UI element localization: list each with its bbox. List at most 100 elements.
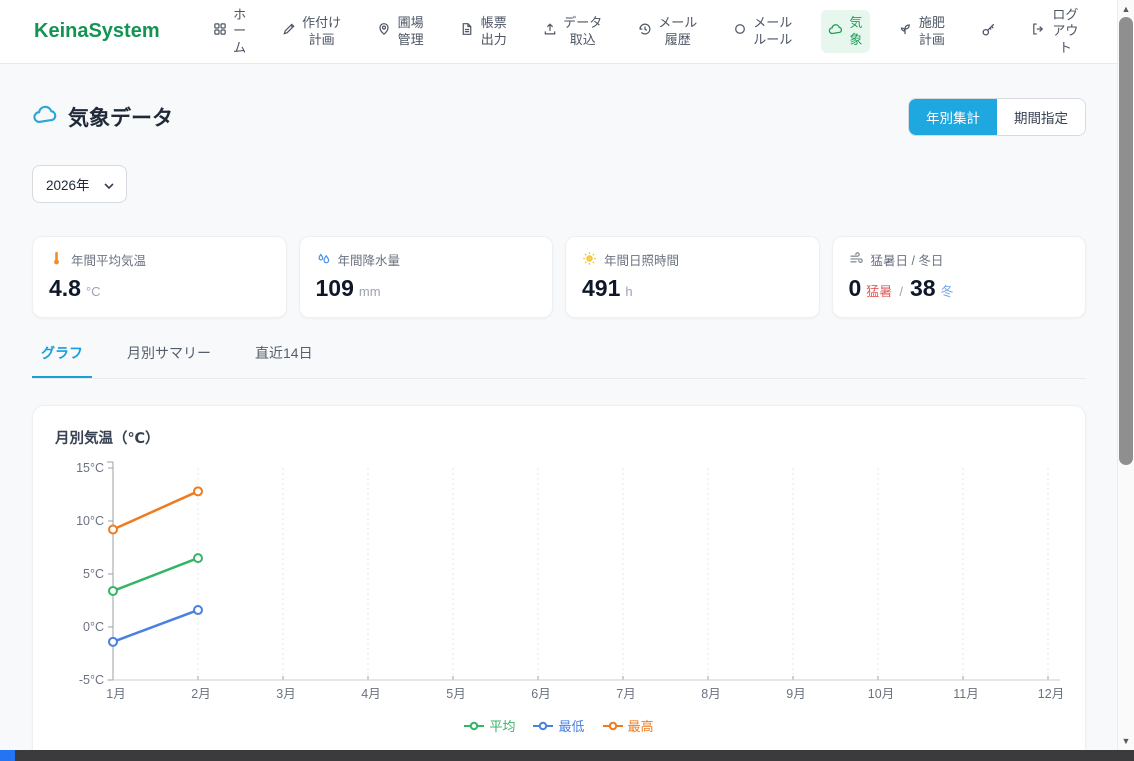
bottom-bar (0, 750, 1134, 761)
svg-text:12月: 12月 (1038, 687, 1064, 701)
nav-item-label: ログアウト (1051, 7, 1080, 56)
stat-separator: / (899, 284, 903, 299)
legend-label: 最高 (628, 716, 654, 735)
svg-text:5月: 5月 (446, 687, 465, 701)
svg-text:2月: 2月 (191, 687, 210, 701)
nav-item-password[interactable] (974, 17, 1003, 46)
nav-item-report-output[interactable]: 帳票出力 (453, 10, 515, 53)
nav-item-field-management[interactable]: 圃場管理 (370, 10, 432, 53)
stat-unit: h (625, 284, 632, 299)
period-select-toggle[interactable]: 期間指定 (997, 99, 1085, 135)
map-pin-icon (377, 22, 391, 40)
chart-legend: 平均 最低 最高 (55, 716, 1063, 735)
svg-text:9月: 9月 (786, 687, 805, 701)
chart-title: 月別気温（℃） (55, 427, 1063, 448)
monthly-temperature-chart-card: 月別気温（℃） 1月2月3月4月5月6月7月8月9月10月11月12月15°C1… (32, 405, 1086, 750)
hot-days-label: 猛暑 (866, 281, 892, 300)
page-title: 気象データ (68, 102, 173, 132)
circle-icon (733, 22, 747, 40)
legend-item[interactable]: 最低 (533, 716, 584, 735)
tab-monthly-summary[interactable]: 月別サマリー (118, 343, 220, 378)
nav-item-label: 施肥計画 (918, 15, 946, 48)
winter-days-value: 38 (910, 275, 936, 302)
stat-card-avg-temp: 年間平均気温 4.8 °C (32, 236, 287, 318)
scroll-up-arrow-icon[interactable]: ▲ (1118, 1, 1134, 16)
yearly-summary-toggle[interactable]: 年別集計 (909, 99, 997, 135)
nav-item-planting-plan[interactable]: 作付け計画 (275, 10, 349, 53)
pen-icon (282, 22, 296, 40)
stat-value: 491 (582, 275, 620, 302)
document-icon (460, 22, 474, 40)
taskbar-accent (0, 750, 15, 761)
stats-row: 年間平均気温 4.8 °C 年間降水量 109 mm (32, 236, 1086, 318)
legend-item[interactable]: 平均 (464, 716, 515, 735)
svg-text:8月: 8月 (701, 687, 720, 701)
nav-item-data-import[interactable]: データ取込 (536, 10, 610, 53)
nav-item-label: メール履歴 (658, 15, 698, 48)
nav-item-fertilization-plan[interactable]: 施肥計画 (891, 10, 953, 53)
legend-marker-icon (533, 721, 553, 731)
logout-icon (1031, 22, 1045, 40)
nav-item-weather[interactable]: 気象 (821, 10, 870, 53)
cloud-icon (828, 22, 843, 41)
stat-label: 猛暑日 / 冬日 (871, 250, 944, 269)
svg-text:1月: 1月 (106, 687, 125, 701)
year-select-value: 2026年 (46, 174, 90, 194)
nav-item-label: 帳票出力 (480, 15, 508, 48)
brand-logo[interactable]: KeinaSystem (34, 20, 160, 43)
nav-item-mail-history[interactable]: メール履歴 (631, 10, 705, 53)
key-icon (981, 22, 996, 41)
svg-text:10°C: 10°C (76, 514, 104, 528)
upload-icon (543, 22, 557, 40)
stat-unit: mm (359, 284, 381, 299)
thermometer-icon (49, 251, 64, 269)
stat-value: 4.8 (49, 275, 81, 302)
grid-icon (213, 22, 227, 40)
history-icon (638, 22, 652, 40)
droplets-icon (316, 251, 331, 269)
svg-text:3月: 3月 (276, 687, 295, 701)
winter-days-label: 冬 (941, 281, 954, 300)
nav-item-home[interactable]: ホーム (206, 2, 254, 61)
svg-text:7月: 7月 (616, 687, 635, 701)
nav-item-label: メールルール (753, 15, 793, 48)
stat-card-hot-winter-days: 猛暑日 / 冬日 0 猛暑 / 38 冬 (832, 236, 1087, 318)
vertical-scrollbar: ▲ ▼ (1117, 0, 1134, 750)
nav-item-label: 作付け計画 (302, 15, 342, 48)
stat-value: 109 (316, 275, 354, 302)
main-content: 気象データ 年別集計 期間指定 2026年 年間平均気温 (0, 64, 1117, 750)
view-toggle: 年別集計 期間指定 (908, 98, 1086, 136)
stat-unit: °C (86, 284, 101, 299)
legend-marker-icon (464, 721, 484, 731)
sprout-icon (898, 22, 912, 40)
stat-label: 年間平均気温 (71, 250, 146, 269)
stat-card-sunshine: 年間日照時間 491 h (565, 236, 820, 318)
svg-text:10月: 10月 (868, 687, 894, 701)
stat-label: 年間降水量 (338, 250, 401, 269)
svg-text:11月: 11月 (953, 687, 978, 701)
nav-item-mail-rules[interactable]: メールルール (726, 10, 800, 53)
nav-item-label: 気象 (849, 15, 863, 48)
svg-text:15°C: 15°C (76, 461, 104, 475)
monthly-temperature-chart: 1月2月3月4月5月6月7月8月9月10月11月12月15°C10°C5°C0°… (55, 460, 1065, 702)
app-viewport: KeinaSystem ホーム 作付け計画 圃場管理 帳票出力 (0, 0, 1134, 761)
top-nav-bar: KeinaSystem ホーム 作付け計画 圃場管理 帳票出力 (0, 0, 1117, 64)
main-nav: ホーム 作付け計画 圃場管理 帳票出力 データ取込 (206, 2, 1087, 61)
legend-marker-icon (603, 721, 623, 731)
nav-item-label: 圃場管理 (397, 15, 425, 48)
chevron-down-icon (104, 177, 114, 192)
nav-item-label: ホーム (233, 7, 247, 56)
year-select[interactable]: 2026年 (32, 165, 127, 203)
nav-item-label: データ取込 (563, 15, 603, 48)
scrollbar-thumb[interactable] (1119, 17, 1133, 465)
tab-recent-14-days[interactable]: 直近14日 (246, 343, 322, 378)
tab-graph[interactable]: グラフ (32, 343, 92, 378)
stat-card-precipitation: 年間降水量 109 mm (299, 236, 554, 318)
scroll-down-arrow-icon[interactable]: ▼ (1118, 733, 1134, 748)
tabs-row: グラフ 月別サマリー 直近14日 (32, 343, 1086, 379)
legend-label: 最低 (558, 716, 584, 735)
legend-label: 平均 (489, 716, 515, 735)
legend-item[interactable]: 最高 (603, 716, 654, 735)
nav-item-logout[interactable]: ログアウト (1024, 2, 1087, 61)
svg-text:-5°C: -5°C (79, 673, 104, 687)
